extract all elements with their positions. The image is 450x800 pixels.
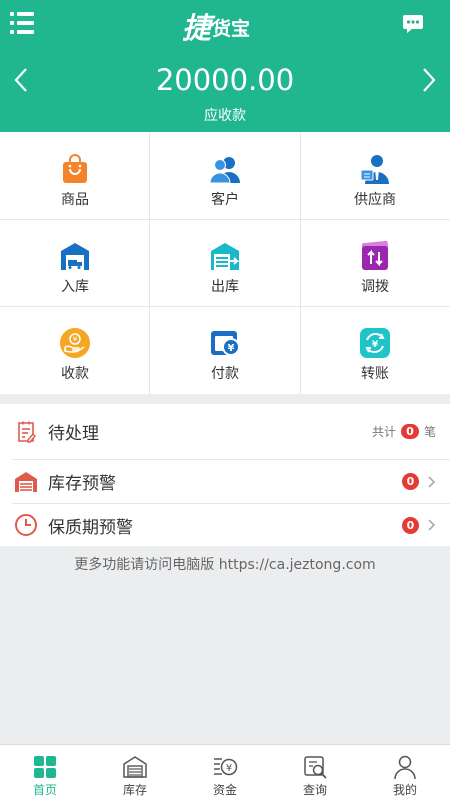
svg-text:¥: ¥ (226, 763, 232, 774)
bottom-tab-bar: 首页 库存 ¥ 资金 查询 我的 (0, 744, 450, 800)
warehouse-out-icon (211, 243, 240, 270)
query-icon (304, 756, 327, 779)
chevron-right-icon (428, 519, 436, 531)
tab-label: 资金 (212, 783, 237, 797)
grid-item-label: 转账 (361, 366, 389, 382)
header: 捷 货宝 20000.00 应收款 (0, 0, 450, 132)
inventory-icon (123, 756, 147, 778)
grid-item-label: 出库 (211, 279, 239, 295)
list-item-title: 待处理 (48, 424, 99, 444)
grid-item-label: 付款 (211, 366, 239, 382)
grid-item-products[interactable]: 商品 (0, 132, 150, 219)
pending-count-badge: 0 (400, 424, 419, 439)
svg-text:¥: ¥ (372, 340, 379, 350)
tab-label: 库存 (122, 783, 147, 797)
stock-alert-count-badge: 0 (402, 473, 419, 490)
receive-payment-icon: ¥ (60, 328, 90, 358)
list-item-title: 保质期预警 (48, 517, 133, 538)
stock-alert-right: 0 (397, 473, 437, 490)
svg-text:¥: ¥ (228, 343, 235, 354)
transfer-money-icon: ¥ (360, 328, 390, 358)
list-item-pending[interactable]: 待处理 共计 0 笔 (0, 404, 450, 459)
notification-list: 待处理 共计 0 笔 库存预警 0 保质期预警 0 (0, 404, 450, 546)
grid-item-label: 入库 (61, 279, 89, 295)
grid-item-transfer-money[interactable]: ¥ 转账 (300, 306, 450, 393)
tab-inventory[interactable]: 库存 (90, 745, 180, 800)
tab-label: 查询 (302, 783, 327, 797)
function-grid: 商品 客户 供应商 入库 出库 调拨 ¥ 收款 ¥ 付款 ¥ 转账 (0, 132, 450, 394)
logo-mark: 捷 (182, 11, 212, 45)
supplier-icon (360, 155, 389, 184)
customers-icon (209, 157, 240, 184)
logo-text: 货宝 (212, 18, 251, 40)
tab-profile[interactable]: 我的 (360, 745, 450, 800)
tab-query[interactable]: 查询 (270, 745, 360, 800)
receivable-label: 应收款 (204, 108, 246, 124)
tab-label: 首页 (32, 783, 57, 797)
warehouse-alert-icon (15, 471, 37, 492)
app-logo: 捷 货宝 (182, 8, 272, 44)
menu-icon[interactable] (10, 12, 34, 34)
expiry-alert-count-badge: 0 (402, 516, 419, 534)
svg-text:¥: ¥ (73, 336, 78, 344)
grid-item-label: 调拨 (361, 279, 389, 295)
funds-icon: ¥ (214, 758, 238, 776)
profile-icon (394, 755, 416, 780)
grid-item-stock-out[interactable]: 出库 (150, 219, 300, 306)
message-icon[interactable] (402, 13, 424, 35)
clock-icon (15, 514, 37, 536)
warehouse-in-icon (61, 243, 89, 270)
grid-item-label: 供应商 (354, 192, 396, 208)
tab-label: 我的 (392, 783, 417, 797)
grid-item-customers[interactable]: 客户 (150, 132, 300, 219)
grid-item-pay[interactable]: ¥ 付款 (150, 306, 300, 393)
home-grid-icon (34, 756, 56, 778)
list-item-title: 库存预警 (48, 474, 116, 494)
grid-item-receive[interactable]: ¥ 收款 (0, 306, 150, 393)
total-prefix: 共计 (371, 425, 396, 439)
grid-item-label: 收款 (61, 366, 89, 382)
list-item-stock-alert[interactable]: 库存预警 0 (0, 460, 450, 503)
grid-item-label: 客户 (211, 192, 239, 208)
transfer-icon (361, 240, 389, 270)
grid-item-label: 商品 (61, 192, 89, 208)
list-item-expiry-alert[interactable]: 保质期预警 0 (0, 504, 450, 546)
payment-icon: ¥ (211, 331, 240, 356)
chevron-right-icon (428, 475, 436, 488)
desktop-version-note: 更多功能请访问电脑版 https://ca.jeztong.com (74, 557, 376, 573)
bag-icon (63, 154, 87, 183)
chevron-right-icon[interactable] (417, 66, 439, 94)
tab-home[interactable]: 首页 (0, 745, 90, 800)
grid-item-stock-in[interactable]: 入库 (0, 219, 150, 306)
expiry-alert-right: 0 (397, 516, 437, 534)
grid-item-suppliers[interactable]: 供应商 (300, 132, 450, 219)
pending-total: 共计 0 笔 (372, 423, 436, 440)
clipboard-icon (18, 421, 36, 443)
receivable-amount: 20000.00 (155, 63, 295, 97)
tab-funds[interactable]: ¥ 资金 (180, 745, 270, 800)
total-suffix: 笔 (423, 425, 436, 439)
grid-item-transfer[interactable]: 调拨 (300, 219, 450, 306)
